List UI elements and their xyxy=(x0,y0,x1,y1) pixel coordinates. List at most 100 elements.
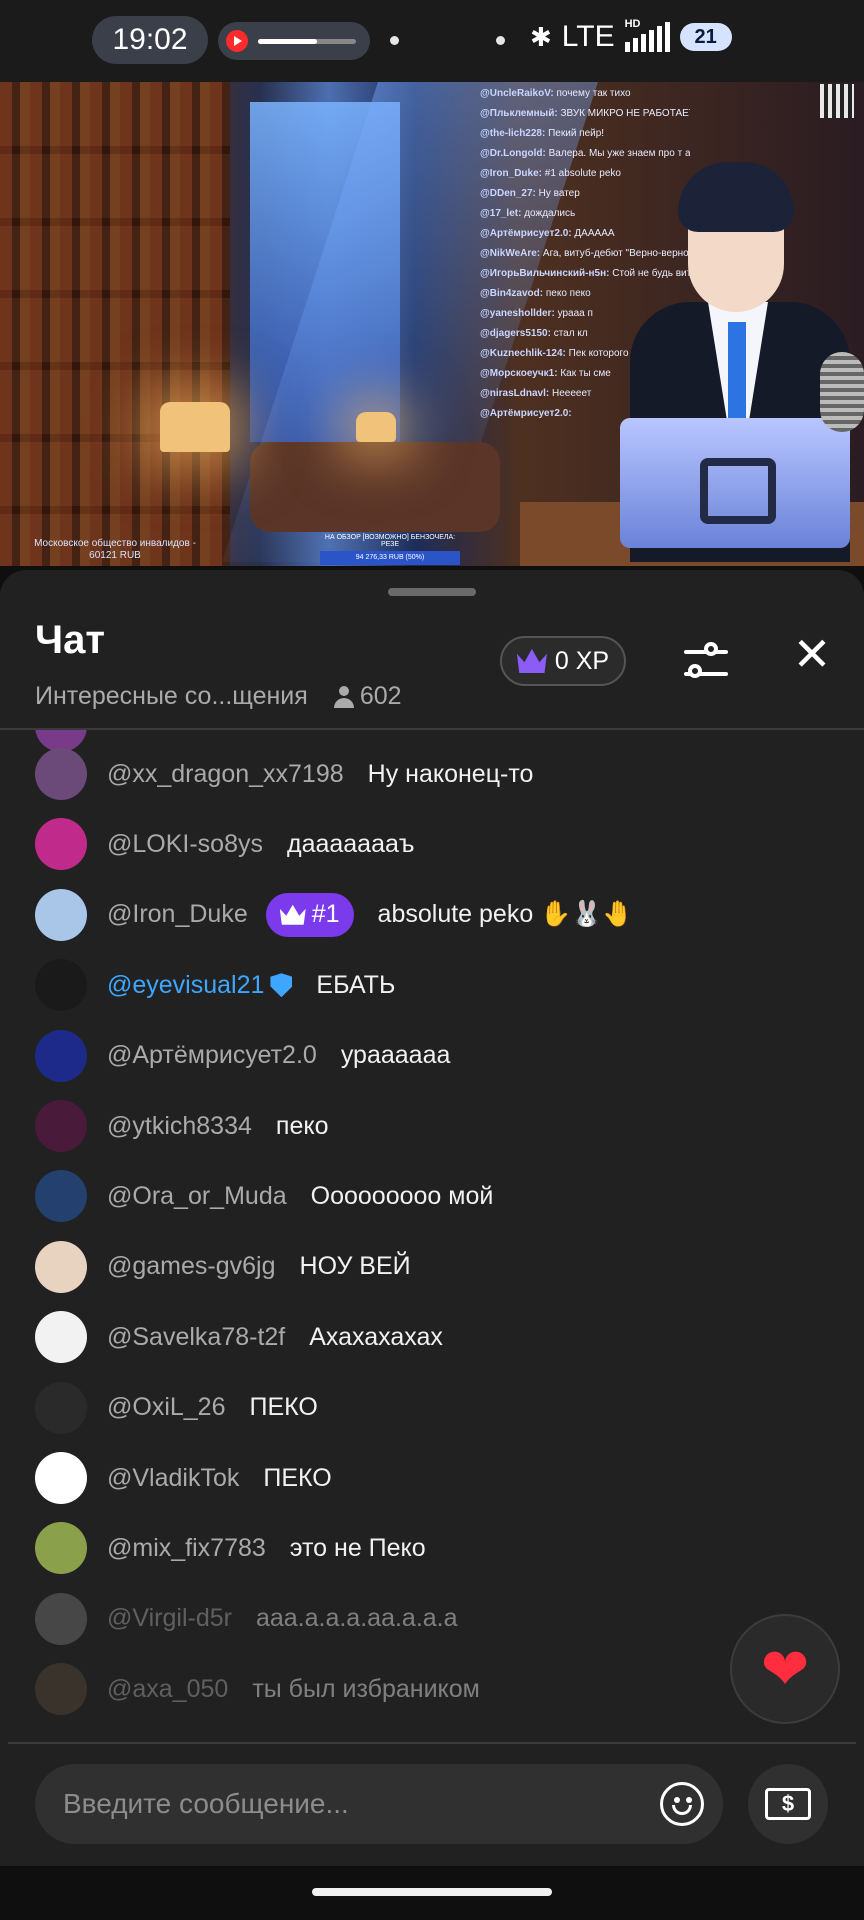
close-icon[interactable]: ✕ xyxy=(790,631,834,677)
message-text: урааааaa xyxy=(340,1041,451,1070)
drag-handle[interactable] xyxy=(388,588,476,596)
message-text: ПЕКО xyxy=(263,1463,332,1492)
avatar[interactable] xyxy=(35,1522,87,1575)
message-author[interactable]: @xx_dragon_xx7198 xyxy=(107,760,344,789)
chat-message[interactable]: @ytkich8334 пеко xyxy=(35,1098,328,1154)
youtube-icon xyxy=(226,30,248,52)
video-player[interactable]: @UncleRaikoV: почему так тихо @Пльклемный… xyxy=(0,82,864,566)
chat-mode-label: Интересные со...щения xyxy=(35,682,308,710)
overlay-chat-line: @UncleRaikoV: почему так тихо xyxy=(480,88,631,99)
chat-message[interactable]: @Артёмрисует2.0 урааааaa xyxy=(35,1028,450,1084)
viewer-count: 602 xyxy=(333,682,402,711)
chat-message[interactable]: @xx_dragon_xx7198 Ну наконец-то xyxy=(35,746,533,802)
chat-message[interactable]: @Ora_or_Muda Ооооооооо мой xyxy=(35,1168,493,1224)
message-text: ЕБАТЬ xyxy=(316,970,396,999)
avatar[interactable] xyxy=(35,1240,87,1293)
lamp xyxy=(356,412,396,442)
notification-dot xyxy=(496,36,505,45)
message-text: ааа.а.а.а.аа.а.а.а xyxy=(255,1604,458,1633)
message-author[interactable]: @Iron_Duke xyxy=(107,900,248,929)
message-author[interactable]: @OxiL_26 xyxy=(107,1393,226,1422)
message-input[interactable] xyxy=(35,1764,723,1844)
avatar[interactable] xyxy=(35,1381,87,1434)
chat-message[interactable]: @mix_fix7783 это не Пеко xyxy=(35,1520,426,1576)
clock: 19:02 xyxy=(92,16,208,64)
lamp xyxy=(160,402,230,452)
chat-message[interactable]: @Savelka78-t2f Ахахахахах xyxy=(35,1309,443,1365)
battery-indicator: 21 xyxy=(679,23,732,51)
chat-message[interactable]: @Virgil-d5r ааа.а.а.а.аа.а.а.а xyxy=(35,1591,458,1647)
message-text: НОУ ВЕЙ xyxy=(299,1252,411,1281)
avatar[interactable] xyxy=(35,1663,87,1716)
avatar[interactable] xyxy=(35,888,87,941)
message-author[interactable]: @games-gv6jg xyxy=(107,1252,276,1281)
xp-button[interactable]: 0 XP xyxy=(500,636,626,686)
message-text: absolute peko ✋🐰🤚 xyxy=(377,900,634,929)
sofa xyxy=(250,442,500,532)
overlay-chat-line: @Пльклемный: ЗВУК МИКРО НЕ РАБОТАЕТ xyxy=(480,108,690,119)
message-text: пеко xyxy=(275,1111,329,1140)
rank-badge: #1 xyxy=(265,892,354,937)
xp-label: 0 XP xyxy=(554,646,610,675)
chat-message[interactable]: @axa_050 ты был избраником xyxy=(35,1661,480,1717)
crown-icon xyxy=(279,904,306,925)
microphone xyxy=(820,352,864,432)
avatar[interactable] xyxy=(35,748,87,800)
status-bar: 19:02 ✱ LTE HD 21 xyxy=(0,0,864,82)
message-author[interactable]: @Ora_or_Muda xyxy=(107,1182,287,1211)
donate-button[interactable]: $ xyxy=(748,1764,828,1844)
message-text: даааааааъ xyxy=(286,829,415,858)
crown-icon xyxy=(516,649,547,673)
message-author[interactable]: @VladikTok xyxy=(107,1464,239,1493)
message-author[interactable]: @axa_050 xyxy=(107,1675,228,1704)
divider xyxy=(8,1742,856,1744)
message-author[interactable]: @Артёмрисует2.0 xyxy=(107,1041,317,1070)
message-text: Ахахахахах xyxy=(309,1322,443,1351)
chat-message[interactable]: @LOKI-so8ys даааааааъ xyxy=(35,816,415,872)
heart-icon[interactable]: ❤ xyxy=(730,1614,840,1724)
message-author[interactable]: @LOKI-so8ys xyxy=(107,830,263,859)
filter-icon[interactable] xyxy=(680,636,732,688)
bookshelf xyxy=(0,82,230,566)
message-author[interactable]: @Virgil-d5r xyxy=(107,1604,232,1633)
message-text: Ну наконец-то xyxy=(367,759,534,788)
avatar[interactable] xyxy=(35,818,87,871)
message-text: Ооооооооо мой xyxy=(310,1181,494,1210)
verified-icon xyxy=(270,973,293,998)
message-text: ты был избраником xyxy=(252,1674,480,1703)
signal-icon: HD xyxy=(624,18,670,52)
chat-panel: Чат Интересные со...щения 602 0 XP ✕ @xx… xyxy=(0,570,864,1866)
donation-label: Московское общество инвалидов - 60121 RU… xyxy=(34,538,196,561)
avatar[interactable] xyxy=(35,1452,87,1504)
chat-message[interactable]: @eyevisual21 ЕБАТЬ xyxy=(35,957,395,1013)
message-text: ПЕКО xyxy=(249,1393,318,1422)
message-text: это не Пеко xyxy=(289,1533,426,1562)
chat-message-list[interactable]: @xx_dragon_xx7198 Ну наконец-то @LOKI-so8y… xyxy=(0,730,864,1730)
notification-dot xyxy=(390,36,399,45)
message-author[interactable]: @ytkich8334 xyxy=(107,1112,252,1141)
laptop xyxy=(620,418,850,548)
donation-goal: НА ОБЗОР [ВОЗМОЖНО] БЕНЗОЧЕЛА: РЕЗЕ 94 2… xyxy=(320,534,460,565)
emoji-icon[interactable] xyxy=(660,1782,704,1826)
message-author[interactable]: @eyevisual21 xyxy=(107,971,264,1000)
avatar[interactable] xyxy=(35,1029,87,1082)
status-icons: ✱ LTE HD 21 xyxy=(530,18,732,54)
person-icon xyxy=(333,685,354,708)
avatar[interactable] xyxy=(35,959,87,1012)
media-pill[interactable] xyxy=(218,22,370,60)
avatar[interactable] xyxy=(35,1170,87,1223)
home-indicator[interactable] xyxy=(312,1888,552,1896)
media-progress xyxy=(258,39,356,44)
chat-message[interactable]: @VladikTok ПЕКО xyxy=(35,1450,332,1506)
chat-title: Чат xyxy=(35,618,105,662)
message-author[interactable]: @Savelka78-t2f xyxy=(107,1323,285,1352)
message-author[interactable]: @mix_fix7783 xyxy=(107,1534,266,1563)
avatar[interactable] xyxy=(35,1311,87,1364)
chat-message[interactable]: @games-gv6jg НОУ ВЕЙ xyxy=(35,1239,411,1295)
chat-message[interactable]: @OxiL_26 ПЕКО xyxy=(35,1380,318,1436)
avatar[interactable] xyxy=(35,1592,87,1645)
avatar[interactable] xyxy=(35,1100,87,1152)
donate-icon: $ xyxy=(765,1788,811,1820)
chat-message[interactable]: @Iron_Duke #1 absolute peko ✋🐰🤚 xyxy=(35,887,634,943)
chat-mode-selector[interactable]: Интересные со...щения 602 xyxy=(35,682,402,711)
